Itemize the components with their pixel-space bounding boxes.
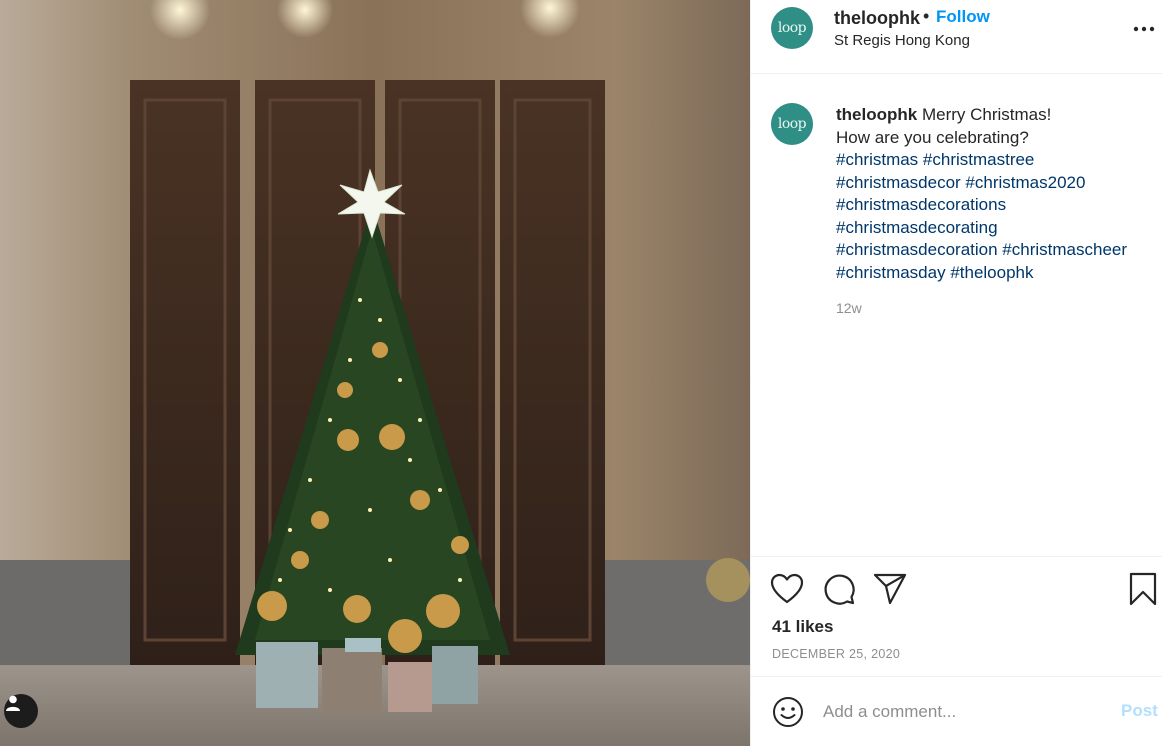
likes-count[interactable]: 41 likes bbox=[772, 617, 833, 637]
paper-plane-icon bbox=[873, 573, 907, 605]
follow-button[interactable]: Follow bbox=[936, 7, 990, 27]
avatar-logo-text: loop bbox=[777, 20, 807, 36]
caption-text: How are you celebrating? bbox=[836, 127, 1029, 147]
caption-avatar[interactable]: loop bbox=[771, 103, 813, 145]
comment-button[interactable] bbox=[821, 571, 857, 607]
profile-avatar[interactable]: loop bbox=[771, 7, 813, 49]
post-actions: 41 likes DECEMBER 25, 2020 bbox=[751, 556, 1162, 676]
smiley-face-icon bbox=[773, 697, 803, 727]
tagged-user-button[interactable] bbox=[4, 694, 38, 728]
heart-icon bbox=[770, 573, 804, 604]
hashtag-line[interactable]: #christmasday #theloophk bbox=[836, 262, 1151, 285]
comment-bar: Post bbox=[751, 676, 1162, 746]
separator-dot: • bbox=[923, 6, 930, 26]
share-button[interactable] bbox=[872, 571, 908, 607]
hashtag-line[interactable]: #christmasdecor #christmas2020 bbox=[836, 172, 1151, 195]
hashtag-line[interactable]: #christmasdecorating bbox=[836, 217, 1151, 240]
bookmark-icon bbox=[1129, 572, 1157, 606]
hashtag-line[interactable]: #christmas #christmastree bbox=[836, 149, 1151, 172]
location-link[interactable]: St Regis Hong Kong bbox=[834, 32, 970, 49]
christmas-tree-photo bbox=[0, 0, 750, 746]
caption-text: Merry Christmas! bbox=[921, 105, 1052, 124]
caption-username[interactable]: theloophk bbox=[836, 105, 917, 124]
save-button[interactable] bbox=[1125, 571, 1161, 607]
like-button[interactable] bbox=[769, 571, 805, 607]
emoji-button[interactable] bbox=[771, 695, 805, 729]
hashtag-line[interactable]: #christmasdecorations bbox=[836, 194, 1151, 217]
caption-time-ago[interactable]: 12w bbox=[836, 300, 862, 316]
post-caption: theloophk Merry Christmas! How are you c… bbox=[836, 104, 1151, 284]
hashtag-line[interactable]: #christmasdecoration #christmascheer bbox=[836, 239, 1151, 262]
user-icon bbox=[6, 695, 20, 711]
post-header: loop theloophk • Follow St Regis Hong Ko… bbox=[751, 0, 1162, 74]
more-dots-icon bbox=[1133, 26, 1155, 32]
comment-icon bbox=[824, 574, 855, 605]
caption-first-line: theloophk Merry Christmas! bbox=[836, 104, 1151, 127]
post-date: DECEMBER 25, 2020 bbox=[772, 647, 901, 661]
post-side-panel: loop theloophk • Follow St Regis Hong Ko… bbox=[750, 0, 1162, 746]
avatar-logo-text: loop bbox=[777, 116, 807, 132]
more-options-button[interactable] bbox=[1131, 16, 1157, 42]
post-comment-button[interactable]: Post bbox=[1121, 701, 1158, 721]
username-link[interactable]: theloophk bbox=[834, 8, 920, 29]
comment-input[interactable] bbox=[823, 697, 1103, 727]
post-photo[interactable] bbox=[0, 0, 750, 746]
